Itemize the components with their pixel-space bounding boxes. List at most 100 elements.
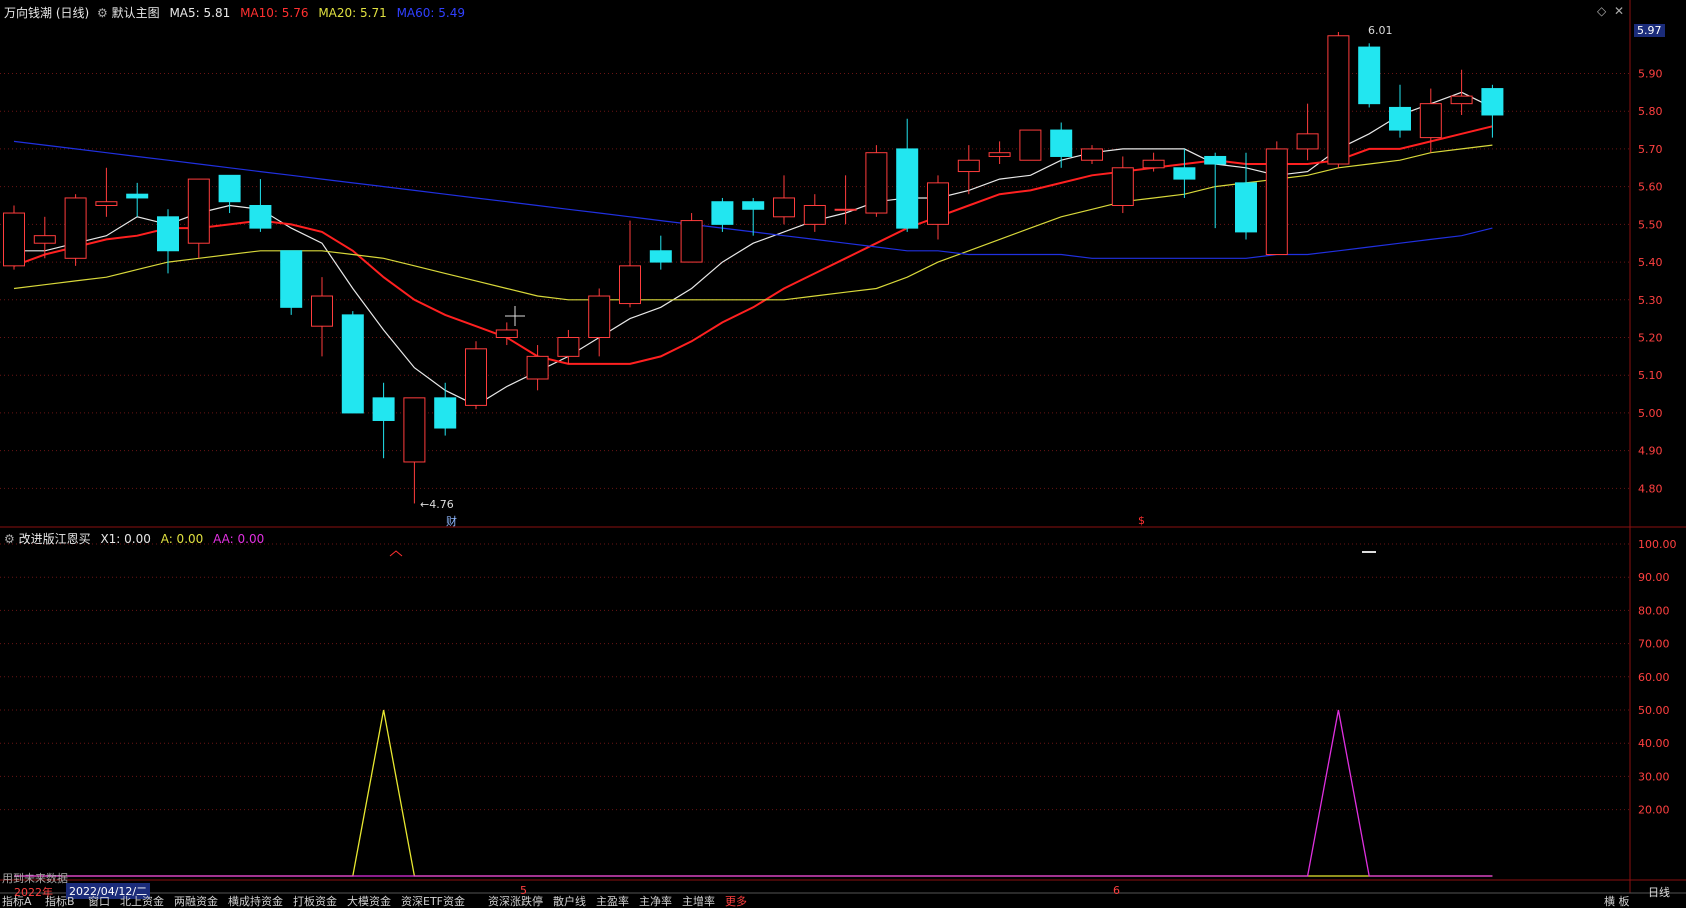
finance-marker[interactable]: 财	[446, 513, 457, 529]
price-tick-label: 5.30	[1638, 294, 1663, 307]
candle-body-down	[1358, 46, 1381, 105]
candle-body-down	[218, 174, 241, 203]
bottom-tab[interactable]: 窗口	[88, 893, 110, 908]
price-tick-label: 4.80	[1638, 482, 1663, 495]
candle-body-down	[434, 397, 457, 429]
bottom-tab[interactable]: 主增率	[682, 893, 715, 908]
bottom-tab[interactable]: 更多	[725, 893, 747, 908]
x1-legend: X1: 0.00	[100, 532, 151, 546]
candle-body-up	[588, 295, 611, 339]
candle-body-up	[1142, 159, 1165, 169]
candle-body-down	[742, 201, 765, 210]
bottom-tab[interactable]: 主净率	[639, 893, 672, 908]
candle-body-down	[1204, 155, 1227, 165]
candle-body-down	[126, 193, 149, 199]
candle-body-up	[619, 265, 641, 305]
candle-body-up	[927, 182, 949, 225]
candle-body-up	[465, 348, 487, 406]
candle-body-down	[1389, 106, 1411, 131]
close-icon[interactable]: ✕	[1614, 4, 1624, 18]
candle-body-up	[403, 397, 426, 463]
settings-icon[interactable]: ⚙	[4, 532, 15, 546]
indicator-tick-label: 80.00	[1638, 604, 1670, 617]
low-price-label: ←4.76	[420, 498, 454, 511]
candle-body-up	[1019, 129, 1042, 161]
candle-body-up	[1419, 103, 1442, 139]
candle-body-up	[1265, 148, 1288, 256]
candle-body-up	[957, 159, 980, 173]
bottom-tab[interactable]: 两融资金	[174, 893, 218, 908]
indicator-header: ⚙ 改进版江恩买 X1: 0.00 A: 0.00 AA: 0.00	[4, 530, 264, 547]
candle-body-up	[311, 295, 333, 327]
current-price-badge: 5.97	[1634, 24, 1665, 37]
candle-body-up	[834, 208, 857, 211]
candle-body-down	[249, 204, 272, 229]
chart-canvas[interactable]: 4.80 4.90 5.00 5.10 5.20 5.30 5.40 5.50 5.60 5.70…	[0, 0, 1686, 908]
ma5-legend: MA5: 5.81	[169, 6, 231, 20]
candle-body-up	[803, 204, 826, 225]
price-tick-label: 5.70	[1638, 143, 1663, 156]
bottom-tab[interactable]: 指标B	[45, 893, 75, 908]
candle-body-up	[988, 152, 1011, 157]
candle-body-up	[3, 212, 25, 267]
indicator-tick-label: 90.00	[1638, 571, 1670, 584]
signal-caret	[389, 550, 403, 557]
indicator-tick-label: 100.00	[1638, 538, 1677, 551]
price-tick-label: 5.40	[1638, 256, 1663, 269]
bottom-tab[interactable]: 主盈率	[596, 893, 629, 908]
candle-body-up	[557, 337, 580, 357]
candle-body-up	[187, 178, 210, 244]
candle-body-up	[1296, 133, 1319, 150]
indicator-tick-label: 60.00	[1638, 671, 1670, 684]
bottom-tab[interactable]: 大模资金	[347, 893, 391, 908]
high-price-label: 6.01	[1368, 24, 1393, 37]
candle-body-up	[865, 152, 888, 214]
candle-body-up	[33, 235, 56, 244]
indicator-tick-label: 40.00	[1638, 737, 1670, 750]
bottom-tab[interactable]: 指标A	[2, 893, 32, 908]
bottom-tab[interactable]: 横成持资金	[228, 893, 283, 908]
ma60-legend: MA60: 5.49	[396, 6, 465, 20]
price-tick-label: 5.60	[1638, 181, 1663, 194]
indicator-title[interactable]: 改进版江恩买	[19, 532, 91, 546]
candle-body-up	[526, 355, 549, 380]
month-label-6: 6	[1113, 884, 1120, 897]
candle-body-down	[341, 314, 364, 414]
candle-body-up	[773, 197, 795, 218]
price-tick-label: 5.90	[1638, 67, 1663, 80]
ma20-legend: MA20: 5.71	[318, 6, 387, 20]
main-chart-label[interactable]: 默认主图	[112, 6, 160, 20]
candle-body-down	[280, 250, 303, 308]
price-tick-label: 5.80	[1638, 105, 1663, 118]
dividend-marker[interactable]: $	[1138, 514, 1145, 527]
bottom-tab[interactable]: 北上资金	[120, 893, 164, 908]
candle-body-down	[711, 201, 734, 225]
candle-body-up	[1081, 148, 1103, 161]
bottom-tab[interactable]: 资深ETF资金	[401, 893, 465, 908]
main-chart-header: 万向钱潮 (日线) ⚙ 默认主图 MA5: 5.81 MA10: 5.76 MA…	[4, 4, 465, 21]
indicator-line-aa	[14, 709, 1493, 877]
settings-icon[interactable]: ⚙	[97, 6, 108, 20]
candle-body-down	[1481, 88, 1504, 116]
indicator-tick-label: 50.00	[1638, 704, 1670, 717]
candle-body-up	[64, 197, 87, 259]
indicator-tick-label: 70.00	[1638, 638, 1670, 651]
candle-body-down	[157, 216, 179, 252]
layout-toggle[interactable]: 横 板	[1604, 893, 1630, 908]
price-tick-label: 5.10	[1638, 369, 1663, 382]
price-tick-label: 5.20	[1638, 332, 1663, 345]
stock-chart-window: { "header": { "stock_title": "万向钱潮 (日线)"…	[0, 0, 1686, 908]
candle-body-down	[896, 148, 919, 229]
bottom-tab[interactable]: 散户线	[553, 893, 586, 908]
stock-title: 万向钱潮 (日线)	[4, 6, 90, 20]
candle-body-down	[649, 250, 672, 263]
bottom-tab[interactable]: 资深涨跌停	[488, 893, 543, 908]
bottom-tab[interactable]: 打板资金	[293, 893, 337, 908]
diamond-icon[interactable]: ◇	[1597, 4, 1606, 18]
candle-body-down	[1050, 129, 1073, 157]
ma10-legend: MA10: 5.76	[240, 6, 309, 20]
candle-body-up	[95, 201, 118, 206]
period-label[interactable]: 日线	[1648, 884, 1670, 900]
aa-legend: AA: 0.00	[213, 532, 265, 546]
indicator-tick-label: 20.00	[1638, 804, 1670, 817]
